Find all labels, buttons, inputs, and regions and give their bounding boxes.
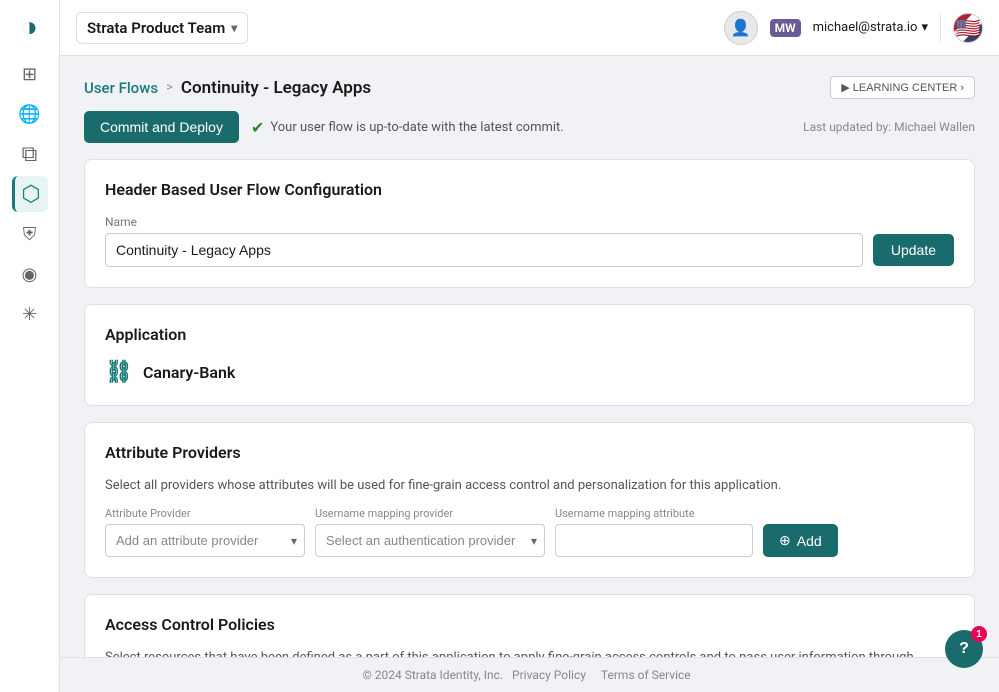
- topbar: Strata Product Team ▾ 👤 MW michael@strat…: [60, 0, 999, 56]
- content-area: User Flows > Continuity - Legacy Apps ▶ …: [60, 56, 999, 657]
- attr-provider-select[interactable]: Add an attribute provider: [105, 524, 305, 557]
- action-bar: Commit and Deploy ✔ Your user flow is up…: [84, 111, 975, 143]
- attr-provider-select-wrapper: Add an attribute provider: [105, 524, 305, 557]
- name-row: Update: [105, 233, 954, 267]
- learning-center-button[interactable]: ▶ LEARNING CENTER ›: [830, 76, 975, 99]
- sidebar-item-globe[interactable]: 🌐: [12, 96, 48, 132]
- main-panel: Strata Product Team ▾ 👤 MW michael@strat…: [60, 0, 999, 692]
- update-button[interactable]: Update: [873, 234, 954, 266]
- access-control-desc: Select resources that have been defined …: [105, 650, 954, 657]
- last-updated-text: Last updated by: Michael Wallen: [803, 120, 975, 134]
- attribute-providers-desc: Select all providers whose attributes wi…: [105, 478, 954, 493]
- help-button[interactable]: ? 1: [945, 630, 983, 668]
- attribute-providers-title: Attribute Providers: [105, 443, 954, 462]
- username-mapping-select-wrapper: Select an authentication provider: [315, 524, 545, 557]
- attr-provider-label: Attribute Provider: [105, 507, 305, 520]
- help-icon: ?: [959, 640, 969, 658]
- action-left: Commit and Deploy ✔ Your user flow is up…: [84, 111, 564, 143]
- application-card: Application ⛓ Canary-Bank: [84, 304, 975, 406]
- add-label: Add: [797, 533, 822, 549]
- status-check-icon: ✔: [251, 118, 264, 137]
- breadcrumb-parent[interactable]: User Flows: [84, 79, 158, 97]
- app-name: Canary-Bank: [143, 363, 235, 382]
- add-button[interactable]: ⊕ Add: [763, 524, 838, 557]
- attr-provider-col: Attribute Provider Add an attribute prov…: [105, 507, 305, 557]
- sidebar-item-eye[interactable]: ◉: [12, 256, 48, 292]
- team-selector[interactable]: Strata Product Team ▾: [76, 12, 248, 44]
- access-control-title: Access Control Policies: [105, 615, 954, 634]
- config-card-title: Header Based User Flow Configuration: [105, 180, 954, 199]
- help-badge: 1: [971, 626, 987, 642]
- team-name: Strata Product Team: [87, 19, 225, 37]
- breadcrumb-current: Continuity - Legacy Apps: [181, 78, 371, 98]
- username-attr-label: Username mapping attribute: [555, 507, 753, 520]
- breadcrumb: User Flows > Continuity - Legacy Apps: [84, 78, 371, 98]
- sidebar-item-grid[interactable]: ⊞: [12, 56, 48, 92]
- access-control-card: Access Control Policies Select resources…: [84, 594, 975, 657]
- team-chevron-icon: ▾: [231, 21, 237, 35]
- user-email[interactable]: michael@strata.io ▾: [813, 20, 928, 35]
- username-mapping-select[interactable]: Select an authentication provider: [315, 524, 545, 557]
- sidebar-item-snowflake[interactable]: ✳: [12, 296, 48, 332]
- status-message: ✔ Your user flow is up-to-date with the …: [251, 118, 564, 137]
- logo-icon: ◑: [21, 10, 38, 43]
- sidebar-item-flows[interactable]: ⬡: [12, 176, 48, 212]
- attribute-providers-card: Attribute Providers Select all providers…: [84, 422, 975, 578]
- username-attr-input[interactable]: [555, 524, 753, 557]
- name-input[interactable]: [105, 233, 863, 267]
- topbar-right: 👤 MW michael@strata.io ▾ 🇺🇸: [724, 11, 983, 45]
- application-card-title: Application: [105, 325, 954, 344]
- user-initials-badge: MW: [770, 19, 801, 37]
- notifications-icon[interactable]: 👤: [724, 11, 758, 45]
- username-attr-col: Username mapping attribute: [555, 507, 753, 557]
- config-card: Header Based User Flow Configuration Nam…: [84, 159, 975, 288]
- name-field-label: Name: [105, 215, 954, 229]
- username-mapping-label: Username mapping provider: [315, 507, 545, 520]
- attribute-providers-row: Attribute Provider Add an attribute prov…: [105, 507, 954, 557]
- sidebar-item-shield[interactable]: ⛨: [12, 216, 48, 252]
- sidebar-item-layers[interactable]: ⧉: [12, 136, 48, 172]
- footer-terms-link[interactable]: Terms of Service: [601, 668, 691, 682]
- logo: ◑: [12, 8, 48, 44]
- page-header: User Flows > Continuity - Legacy Apps ▶ …: [84, 76, 975, 99]
- language-flag[interactable]: 🇺🇸: [953, 13, 983, 43]
- breadcrumb-separator: >: [166, 80, 173, 95]
- status-text: Your user flow is up-to-date with the la…: [270, 120, 563, 135]
- footer-copyright: © 2024 Strata Identity, Inc.: [362, 668, 503, 682]
- sidebar: ◑ ⊞ 🌐 ⧉ ⬡ ⛨ ◉ ✳: [0, 0, 60, 692]
- username-mapping-col: Username mapping provider Select an auth…: [315, 507, 545, 557]
- topbar-divider: [940, 14, 941, 42]
- footer: © 2024 Strata Identity, Inc. Privacy Pol…: [60, 657, 999, 692]
- commit-deploy-button[interactable]: Commit and Deploy: [84, 111, 239, 143]
- add-icon: ⊕: [779, 532, 791, 549]
- footer-privacy-link[interactable]: Privacy Policy: [512, 668, 586, 682]
- app-icon: ⛓: [105, 360, 133, 385]
- user-email-chevron-icon: ▾: [921, 20, 928, 35]
- app-item: ⛓ Canary-Bank: [105, 360, 954, 385]
